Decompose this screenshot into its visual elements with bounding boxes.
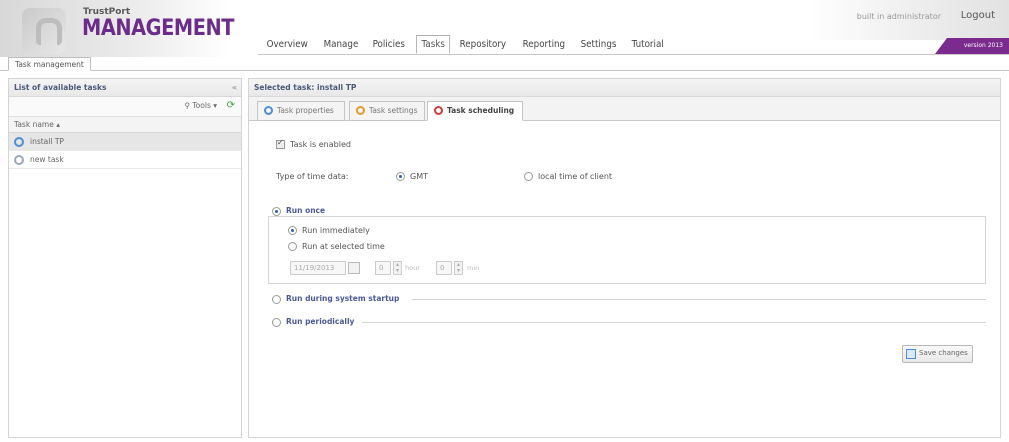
tools-menu-button[interactable]: ⚲ Tools ▾ [184,101,217,110]
tools-label: Tools ▾ [192,101,217,110]
radio-icon [288,242,297,251]
min-unit-label: min [467,264,480,272]
run-once-label: Run once [286,206,326,215]
user-info: built in administrator [856,12,941,21]
run-periodically-radio[interactable]: Run periodically [272,317,354,327]
nav-settings[interactable]: Settings [576,36,621,53]
tab-label: Task settings [369,106,418,115]
nav-repository[interactable]: Repository [455,36,511,53]
task-enabled-checkbox[interactable]: Task is enabled [276,138,351,149]
tab-label: Task scheduling [447,106,515,115]
min-input[interactable]: 0 [436,261,452,275]
run-startup-label: Run during system startup [286,294,400,303]
task-enabled-label: Task is enabled [290,140,351,149]
radio-icon [272,206,281,216]
run-startup-radio[interactable]: Run during system startup [272,294,399,304]
task-list-toolbar: ⚲ Tools ▾ ⟳ [9,97,241,117]
module-tabstrip: Task management [0,57,1009,71]
save-changes-button[interactable]: Save changes [902,345,973,363]
task-name: new task [30,155,64,164]
properties-icon [264,106,273,115]
radio-icon [272,317,281,327]
tab-task-management[interactable]: Task management [8,57,91,71]
task-row[interactable]: install TP [9,133,241,151]
task-name: install TP [30,137,64,146]
local-time-radio[interactable]: local time of client [524,172,612,181]
gmt-radio[interactable]: GMT [396,172,428,181]
save-icon [906,349,916,359]
nav-overview[interactable]: Overview [262,36,312,53]
nav-policies[interactable]: Policies [368,36,410,53]
brand-title: MANAGEMENT [82,16,235,41]
nav-reporting[interactable]: Reporting [518,36,570,53]
task-list-panel: List of available tasks « ⚲ Tools ▾ ⟳ Ta… [8,78,242,438]
scheduling-clock-icon [434,106,443,115]
local-time-label: local time of client [538,172,613,181]
refresh-icon[interactable]: ⟳ [227,101,235,111]
run-periodically-label: Run periodically [286,317,355,326]
task-list-header: List of available tasks « [9,79,241,97]
run-immediately-label: Run immediately [302,226,370,235]
radio-icon [396,172,405,181]
task-icon [14,154,24,165]
nav-divider [258,54,1009,55]
task-icon [14,136,24,147]
checkbox-icon [276,138,285,149]
task-row[interactable]: new task [9,151,241,169]
tab-task-scheduling[interactable]: Task scheduling [427,101,523,121]
run-once-radio[interactable]: Run once [272,206,330,216]
periodic-divider [362,322,986,323]
detail-tabs: Task properties Task settings Task sched… [249,97,1000,121]
trustport-logo-icon [22,8,66,54]
app-header: TrustPort MANAGEMENT built in administra… [0,0,1009,58]
radio-icon [524,172,533,181]
run-selected-time-radio[interactable]: Run at selected time [288,242,385,251]
main-nav: Overview Manage Policies Tasks Repositor… [262,34,674,54]
version-badge: version 2013 [935,38,1009,54]
selected-task-title: Selected task: install TP [249,79,1000,97]
hour-spinner-icon[interactable]: ▴ ▾ [393,261,402,275]
nav-tutorial[interactable]: Tutorial [627,36,668,53]
collapse-icon[interactable]: « [232,83,237,92]
run-immediately-radio[interactable]: Run immediately [288,226,370,235]
tab-label: Task properties [277,106,334,115]
tab-task-properties[interactable]: Task properties [257,101,345,121]
hour-input[interactable]: 0 [375,261,391,275]
radio-icon [288,226,297,235]
nav-tasks[interactable]: Tasks [415,34,451,54]
hour-unit-label: hour [405,264,420,272]
task-list-title: List of available tasks [14,83,107,92]
settings-icon [356,106,365,115]
radio-icon [272,294,281,304]
nav-manage[interactable]: Manage [319,36,363,53]
time-type-label: Type of time data: [276,172,349,181]
tab-task-settings[interactable]: Task settings [349,101,425,121]
date-input[interactable]: 11/19/2013 [290,261,346,275]
logout-link[interactable]: Logout [961,10,995,21]
save-changes-label: Save changes [919,349,968,357]
column-header-task-name[interactable]: Task name ▴ [9,117,241,133]
min-spinner-icon[interactable]: ▴ ▾ [454,261,463,275]
gmt-label: GMT [410,172,428,181]
calendar-icon[interactable] [348,262,360,274]
startup-divider [412,299,986,300]
run-selected-time-label: Run at selected time [302,242,385,251]
